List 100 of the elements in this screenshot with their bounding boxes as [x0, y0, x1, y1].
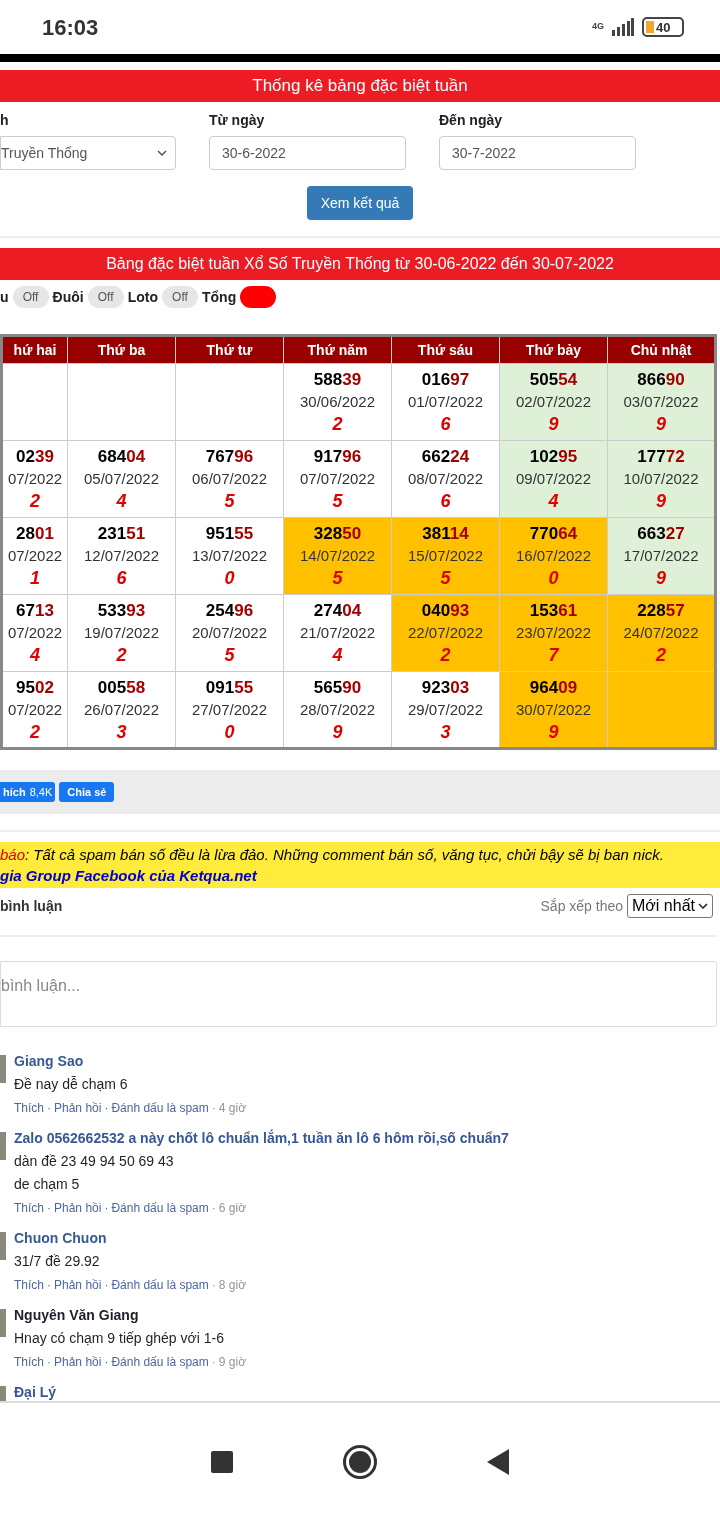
- comment-action-link[interactable]: Đánh dấu là spam: [111, 1200, 209, 1216]
- view-results-button[interactable]: Xem kết quả: [307, 186, 413, 220]
- separator-dot: ·: [210, 1277, 217, 1293]
- date-field[interactable]: 30-6-2022: [209, 136, 406, 170]
- separator-dot: ·: [210, 1200, 217, 1216]
- commenter-name: Nguyên Văn Giang: [14, 1306, 140, 1325]
- prize-number: 10295: [529, 446, 578, 468]
- separator-dot: ·: [210, 1354, 217, 1370]
- digit-sum: 5: [224, 644, 235, 666]
- chevron-down-icon: [157, 150, 167, 156]
- toggle-label: u: [0, 287, 9, 307]
- comment-action-link[interactable]: Thích: [14, 1277, 44, 1293]
- share-button[interactable]: Chia sẻ: [59, 782, 115, 802]
- prize-number: 96409: [529, 676, 578, 699]
- comment-action-link[interactable]: Đánh dấu là spam: [111, 1354, 209, 1370]
- draw-date: 21/07/2022: [299, 623, 376, 643]
- draw-date: 20/07/2022: [191, 623, 268, 643]
- avatar-placeholder: [0, 1055, 6, 1083]
- prize-number: 66327: [637, 523, 685, 545]
- draw-date: 27/07/2022: [191, 699, 268, 720]
- facebook-group-link[interactable]: gia Group Facebook của Ketqua.net: [0, 865, 720, 886]
- draw-date: 14/07/2022: [299, 546, 376, 566]
- toggle-switch[interactable]: [240, 286, 277, 308]
- prize-number: 00558: [97, 676, 146, 699]
- comment-action-link[interactable]: Đánh dấu là spam: [111, 1277, 209, 1293]
- comment-time: 4 giờ: [218, 1100, 246, 1116]
- avatar-placeholder: [0, 1132, 6, 1160]
- prize-number: 76796: [205, 446, 254, 468]
- comment-action-link[interactable]: Thích: [14, 1100, 44, 1116]
- like-button[interactable]: hích 8,4K: [0, 782, 56, 802]
- separator-dot: ·: [103, 1100, 110, 1116]
- digit-sum: 9: [332, 720, 343, 743]
- date-field[interactable]: 30-7-2022: [439, 136, 636, 170]
- network-label: 4G: [592, 20, 604, 34]
- draw-date: 24/07/2022: [623, 623, 699, 643]
- digit-sum: 4: [332, 644, 343, 666]
- commenter-name[interactable]: Zalo 0562662532 a này chốt lô chuẩn lắm,1 tuần ăn lô 6 hôm rồi,số chuẩn7: [14, 1128, 509, 1148]
- prize-number: 77064: [529, 523, 578, 545]
- digit-sum: 4: [548, 490, 559, 512]
- digit-sum: 6: [440, 413, 451, 435]
- digit-sum: 9: [548, 413, 559, 435]
- separator-dot: ·: [103, 1200, 110, 1216]
- comments-title: bình luận: [0, 896, 63, 916]
- comment-text: dàn đề 23 49 94 50 69 43: [14, 1152, 175, 1171]
- prize-number: 53393: [97, 600, 146, 622]
- comment-action-link[interactable]: Phản hồi: [54, 1100, 102, 1116]
- draw-date: 08/07/2022: [407, 469, 484, 489]
- digit-sum: 0: [224, 567, 235, 589]
- field-label: Đến ngày: [439, 111, 503, 130]
- prize-number: 32850: [313, 523, 362, 545]
- comment-action-link[interactable]: Phản hồi: [54, 1354, 102, 1370]
- prize-number: 95155: [205, 523, 254, 545]
- draw-date: 10/07/2022: [623, 469, 699, 489]
- prize-number: 68404: [97, 446, 146, 468]
- prize-number: 22857: [637, 600, 685, 622]
- lottery-select[interactable]: Truyền Thống: [0, 136, 176, 170]
- comment-action-link[interactable]: Phản hồi: [54, 1200, 102, 1216]
- avatar-placeholder: [0, 1232, 6, 1260]
- prize-number: 27404: [313, 600, 362, 622]
- toggle-label: Tổng: [202, 287, 237, 307]
- sort-select[interactable]: Mới nhất: [627, 894, 713, 918]
- prize-number: 91796: [313, 446, 362, 468]
- comment-text: Đề nay dễ chạm 6: [14, 1075, 129, 1094]
- prize-number: 2801: [16, 523, 54, 545]
- toggle-switch[interactable]: Off: [162, 286, 198, 308]
- draw-date: 07/2022: [7, 623, 63, 643]
- prize-number: 01697: [421, 369, 470, 391]
- prize-number: 23151: [97, 523, 146, 545]
- draw-date: 28/07/2022: [299, 699, 376, 720]
- comment-action-link[interactable]: Đánh dấu là spam: [111, 1100, 209, 1116]
- toggle-switch[interactable]: Off: [87, 286, 124, 308]
- commenter-name[interactable]: Đại Lý: [14, 1382, 56, 1401]
- draw-date: 13/07/2022: [191, 546, 268, 566]
- battery-fill-icon: [646, 21, 654, 33]
- comment-time: 9 giờ: [218, 1354, 246, 1370]
- toggle-label: Loto: [127, 287, 158, 307]
- draw-date: 23/07/2022: [515, 623, 592, 643]
- section-title: Thống kê bảng đặc biệt tuần: [0, 70, 720, 102]
- separator-dot: ·: [210, 1100, 217, 1116]
- comment-field[interactable]: bình luận...: [0, 961, 717, 1027]
- back-triangle-icon[interactable]: [487, 1448, 509, 1475]
- prize-number: 9502: [16, 676, 54, 699]
- commenter-name[interactable]: Giang Sao: [14, 1051, 246, 1071]
- digit-sum: 4: [116, 490, 127, 512]
- commenter-name[interactable]: Chuon Chuon: [14, 1228, 246, 1248]
- comment-action-link[interactable]: Phản hồi: [54, 1277, 102, 1293]
- digit-sum: 5: [332, 567, 343, 589]
- digit-sum: 2: [332, 413, 343, 435]
- status-time: 16:03: [42, 13, 99, 42]
- prize-number: 25496: [205, 600, 254, 622]
- column-header: Thứ bảy: [499, 335, 608, 364]
- toggle-switch[interactable]: Off: [12, 286, 49, 308]
- comment-action-link[interactable]: Thích: [14, 1200, 44, 1216]
- comment-time: 8 giờ: [218, 1277, 246, 1293]
- comment-action-link[interactable]: Thích: [14, 1354, 44, 1370]
- separator-dot: ·: [46, 1100, 52, 1116]
- digit-sum: 5: [332, 490, 343, 512]
- column-header: Chủ nhật: [607, 335, 716, 364]
- draw-date: 05/07/2022: [83, 469, 160, 489]
- digit-sum: 9: [656, 567, 666, 589]
